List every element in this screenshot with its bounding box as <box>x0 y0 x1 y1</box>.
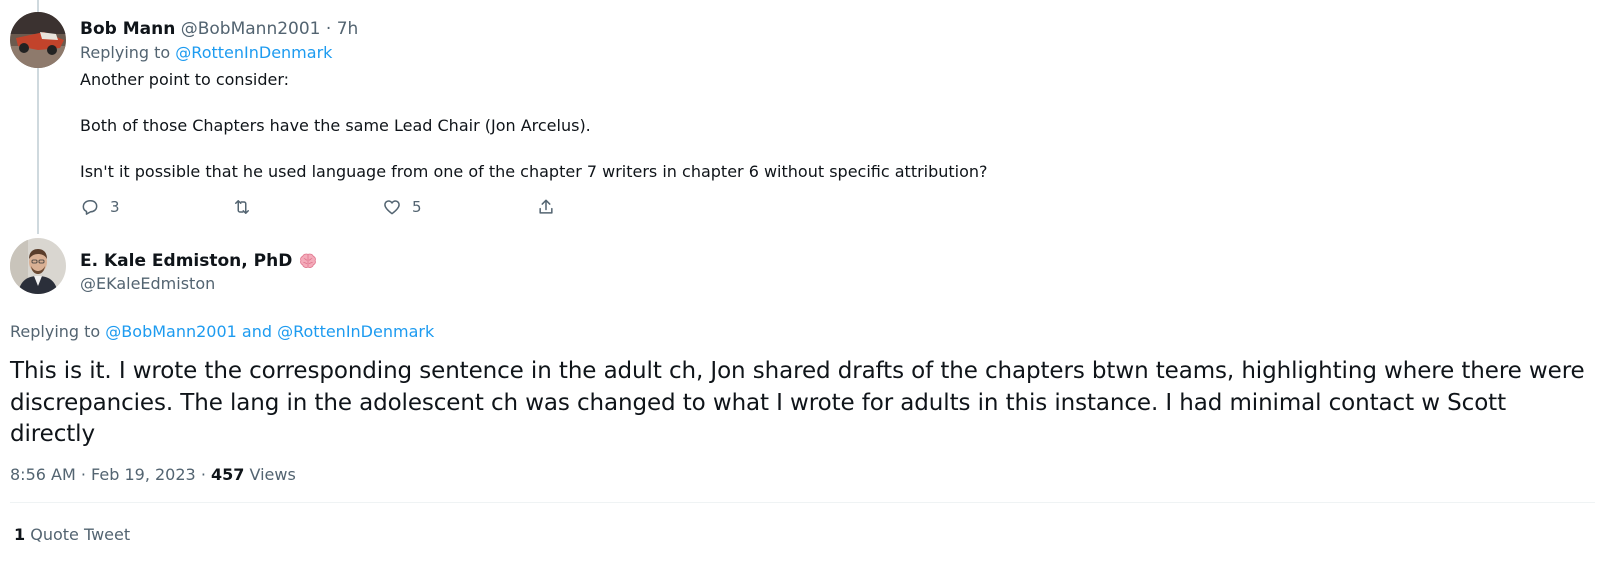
meta-separator: · <box>325 19 332 39</box>
replying-to-mentions[interactable]: @BobMann2001 and @RottenInDenmark <box>105 322 434 341</box>
main-tweet-replying-to: Replying to @BobMann2001 and @RottenInDe… <box>10 321 434 343</box>
reply-tweet-actions: 3 5 <box>80 196 560 218</box>
replying-prefix: Replying to <box>10 322 101 341</box>
retweet-icon <box>235 200 249 214</box>
reply-tweet-header: Bob Mann @BobMann2001 · 7h <box>80 18 358 40</box>
quote-tweets-link[interactable]: 1 Quote Tweet <box>14 524 130 546</box>
reply-body-line: Isn't it possible that he used language … <box>80 162 988 181</box>
reply-icon <box>82 200 98 215</box>
reply-author-handle[interactable]: @BobMann2001 <box>181 19 321 39</box>
reply-tweet-body: Another point to consider: Both of those… <box>80 68 1560 183</box>
quote-label: Quote Tweet <box>30 525 131 544</box>
views-label: Views <box>249 465 296 484</box>
reply-tweet-replying-to: Replying to @RottenInDenmark <box>80 42 332 64</box>
like-button[interactable]: 5 <box>382 196 422 218</box>
like-count: 5 <box>412 198 422 216</box>
reply-body-line: Both of those Chapters have the same Lea… <box>80 116 591 135</box>
replying-prefix: Replying to <box>80 43 171 62</box>
heart-icon <box>384 200 400 215</box>
reply-author-name[interactable]: Bob Mann <box>80 19 175 39</box>
tweet-date[interactable]: Feb 19, 2023 <box>91 465 196 484</box>
views-count: 457 <box>211 465 245 484</box>
share-icon <box>539 199 553 214</box>
main-author-name-row: E. Kale Edmiston, PhD <box>80 250 318 272</box>
meta-separator: · <box>200 465 206 484</box>
main-author-name[interactable]: E. Kale Edmiston, PhD <box>80 250 292 272</box>
reply-count: 3 <box>110 198 120 216</box>
meta-separator: · <box>80 465 86 484</box>
main-author-handle[interactable]: @EKaleEdmiston <box>80 273 215 295</box>
tweet-time[interactable]: 8:56 AM <box>10 465 76 484</box>
retweet-button[interactable] <box>232 196 252 218</box>
main-tweet-timestamp-row: 8:56 AM · Feb 19, 2023 · 457 Views <box>10 464 296 486</box>
avatar-e-kale-edmiston[interactable] <box>10 238 66 294</box>
divider <box>10 502 1595 503</box>
reply-button[interactable]: 3 <box>80 196 120 218</box>
share-button[interactable] <box>536 196 556 218</box>
replying-to-mention[interactable]: @RottenInDenmark <box>175 43 332 62</box>
avatar-bob-mann[interactable] <box>10 12 66 68</box>
main-tweet-body: This is it. I wrote the corresponding se… <box>10 358 1585 447</box>
reply-time-ago[interactable]: 7h <box>337 19 359 39</box>
brain-emoji-icon <box>300 253 317 268</box>
tweet-thread-page: Bob Mann @BobMann2001 · 7h Replying to @… <box>0 0 1600 562</box>
quote-count: 1 <box>14 525 26 544</box>
reply-body-line: Another point to consider: <box>80 70 290 89</box>
